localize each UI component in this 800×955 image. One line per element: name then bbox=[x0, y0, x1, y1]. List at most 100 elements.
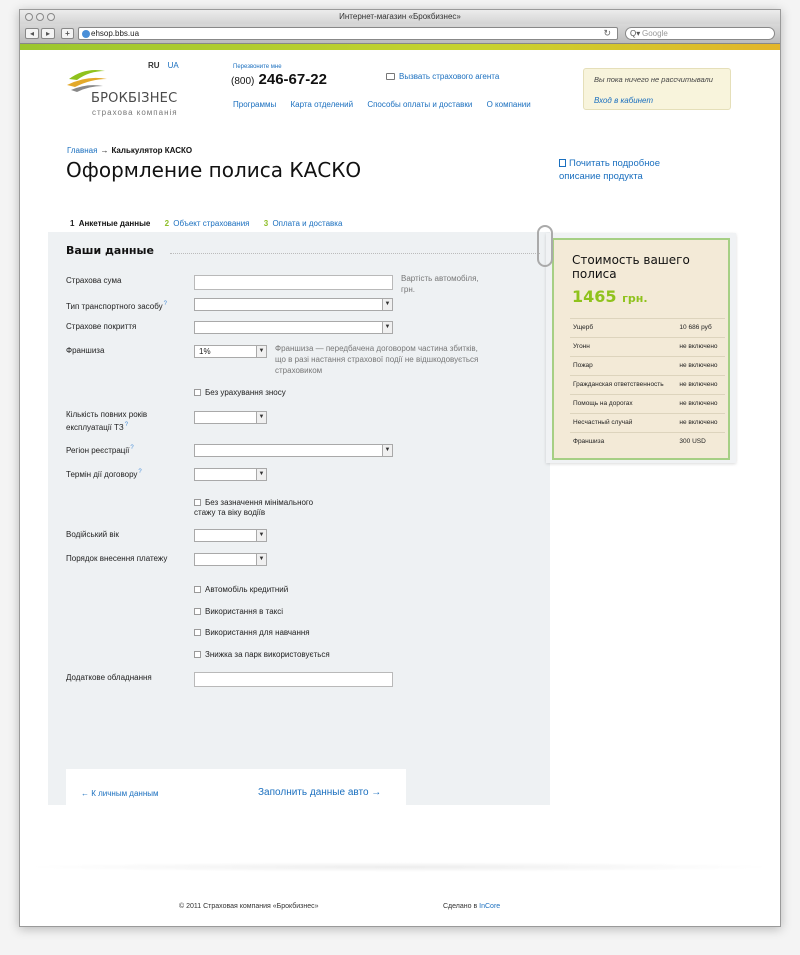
training-label: Використання для навчання bbox=[205, 628, 310, 637]
form-navigation: ← К личным данным Заполнить данные авто … bbox=[66, 769, 406, 815]
franchise-select[interactable]: 1% ▼ bbox=[194, 345, 267, 358]
next-step-link[interactable]: Заполнить данные авто → bbox=[258, 787, 381, 798]
step-2-label[interactable]: Объект страхования bbox=[173, 219, 249, 228]
taxi-checkbox[interactable]: Використання в таксі bbox=[194, 607, 283, 617]
equipment-label: Додаткове обладнання bbox=[66, 673, 152, 682]
lang-ru[interactable]: RU bbox=[148, 61, 160, 70]
form-background bbox=[48, 232, 550, 805]
login-box: Вы пока ничего не рассчитывали Вход в ка… bbox=[583, 68, 731, 110]
add-bookmark-button[interactable]: + bbox=[61, 28, 74, 39]
call-agent-link[interactable]: Вызвать страхового агента bbox=[399, 72, 499, 81]
help-icon[interactable]: ? bbox=[125, 422, 128, 428]
zoom-window-button[interactable] bbox=[47, 13, 55, 21]
step-tabs: 1 Анкетные данные 2 Объект страхования 3… bbox=[48, 215, 376, 232]
search-icon: Q▾ bbox=[630, 29, 641, 38]
years-select[interactable]: ▼ bbox=[194, 411, 267, 424]
training-checkbox[interactable]: Використання для навчання bbox=[194, 628, 310, 638]
driver-age-label: Водійський вік bbox=[66, 530, 119, 539]
table-row: Гражданская ответственность не включено bbox=[570, 375, 725, 395]
site-logo[interactable]: БРОКБІЗНЕС страхова компанія bbox=[65, 65, 185, 120]
driver-age-select[interactable]: ▼ bbox=[194, 529, 267, 542]
browser-search-field[interactable]: Q▾ Google bbox=[625, 27, 775, 40]
no-experience-checkbox[interactable]: Без зазначення мінімального стажу та вік… bbox=[194, 498, 334, 518]
sum-hint: Вартість автомобіля, грн. bbox=[401, 274, 479, 294]
equipment-input[interactable] bbox=[194, 672, 393, 687]
lang-ua-link[interactable]: UA bbox=[168, 61, 179, 70]
price-title: Стоимость вашего полиса bbox=[572, 253, 690, 281]
row-value: не включено bbox=[676, 356, 725, 376]
language-switcher: RU UA bbox=[148, 61, 179, 70]
sum-input[interactable] bbox=[194, 275, 393, 290]
chevron-down-icon: ▼ bbox=[256, 530, 266, 541]
help-icon[interactable]: ? bbox=[130, 445, 133, 451]
back-button[interactable]: ◂ bbox=[25, 28, 39, 39]
step-3[interactable]: 3 Оплата и доставка bbox=[264, 219, 343, 228]
minimize-window-button[interactable] bbox=[36, 13, 44, 21]
row-value: 10 686 руб bbox=[676, 318, 725, 338]
step-1[interactable]: 1 Анкетные данные bbox=[70, 219, 150, 228]
made-by-link[interactable]: InCore bbox=[479, 903, 500, 910]
logo-title: БРОКБІЗНЕС bbox=[91, 91, 178, 106]
nav-payment-delivery[interactable]: Способы оплаты и доставки bbox=[367, 100, 472, 109]
nav-programs[interactable]: Программы bbox=[233, 100, 276, 109]
made-by-text: Сделано в bbox=[443, 903, 478, 910]
chevron-down-icon: ▼ bbox=[382, 445, 392, 456]
page-title: Оформление полиса КАСКО bbox=[66, 158, 362, 182]
fleet-checkbox[interactable]: Знижка за парк використовується bbox=[194, 650, 330, 660]
step-1-num: 1 bbox=[70, 219, 75, 228]
step-2[interactable]: 2 Объект страхования bbox=[165, 219, 250, 228]
forward-button[interactable]: ▸ bbox=[41, 28, 55, 39]
row-value: не включено bbox=[676, 394, 725, 414]
region-select[interactable]: ▼ bbox=[194, 444, 393, 457]
payment-order-select[interactable]: ▼ bbox=[194, 553, 267, 566]
row-name: Угонн bbox=[570, 337, 677, 357]
checkbox-box[interactable] bbox=[194, 629, 201, 636]
row-name: Пожар bbox=[570, 356, 677, 376]
address-bar[interactable]: ehsop.bbs.ua ↻ bbox=[78, 27, 618, 40]
page-content: БРОКБІЗНЕС страхова компанія RU UA Перезв… bbox=[20, 50, 780, 926]
franchise-hint: Франшиза — передбачена договором частина… bbox=[275, 344, 479, 375]
checkbox-box[interactable] bbox=[194, 608, 201, 615]
checkbox-box[interactable] bbox=[194, 586, 201, 593]
nav-about[interactable]: О компании bbox=[487, 100, 531, 109]
phone-code: (800) bbox=[231, 76, 255, 87]
help-icon[interactable]: ? bbox=[138, 469, 141, 475]
row-name: Франшиза bbox=[570, 432, 677, 451]
checkbox-box[interactable] bbox=[194, 499, 201, 506]
no-wear-checkbox[interactable]: Без урахування зносу bbox=[194, 388, 286, 398]
phone-number: (800) 246-67-22 bbox=[231, 71, 327, 88]
section-title: Ваши данные bbox=[66, 244, 154, 257]
term-select[interactable]: ▼ bbox=[194, 468, 267, 481]
breadcrumb: Главная → Калькулятор КАСКО bbox=[67, 146, 192, 155]
window-controls bbox=[25, 13, 55, 21]
help-icon[interactable]: ? bbox=[164, 301, 167, 307]
sum-label: Страхова сума bbox=[66, 276, 122, 285]
breadcrumb-home[interactable]: Главная bbox=[67, 146, 97, 155]
nav-branches-map[interactable]: Карта отделений bbox=[290, 100, 353, 109]
chevron-down-icon: ▼ bbox=[382, 299, 392, 310]
login-link[interactable]: Вход в кабинет bbox=[594, 96, 720, 105]
callback-link[interactable]: Перезвоните мне bbox=[233, 64, 282, 70]
price-amount: 1465 грн. bbox=[572, 287, 648, 306]
table-row: Пожар не включено bbox=[570, 356, 725, 376]
logo-subtitle: страхова компанія bbox=[92, 108, 178, 117]
phone-digits: 246-67-22 bbox=[258, 71, 327, 88]
product-description-link[interactable]: Почитать подробное описание продукта bbox=[559, 157, 669, 183]
reload-icon[interactable]: ↻ bbox=[603, 28, 611, 39]
close-window-button[interactable] bbox=[25, 13, 33, 21]
coverage-select[interactable]: ▼ bbox=[194, 321, 393, 334]
window-titlebar: Интернет-магазин «Брокбизнес» bbox=[20, 10, 780, 24]
region-label: Регіон реєстрації? bbox=[66, 443, 134, 456]
step-2-num: 2 bbox=[164, 219, 170, 228]
checkbox-box[interactable] bbox=[194, 651, 201, 658]
step-3-label[interactable]: Оплата и доставка bbox=[272, 219, 342, 228]
checkbox-box[interactable] bbox=[194, 389, 201, 396]
row-name: Помощь на дорогах bbox=[570, 394, 677, 414]
credit-checkbox[interactable]: Автомобіль кредитний bbox=[194, 585, 288, 595]
fleet-label: Знижка за парк використовується bbox=[205, 650, 330, 659]
product-description-text[interactable]: Почитать подробное описание продукта bbox=[559, 158, 660, 182]
prev-step-link[interactable]: ← К личным данным bbox=[81, 789, 159, 798]
breadcrumb-arrow: → bbox=[100, 146, 109, 155]
call-agent[interactable]: Вызвать страхового агента bbox=[386, 72, 499, 81]
vehicle-type-select[interactable]: ▼ bbox=[194, 298, 393, 311]
